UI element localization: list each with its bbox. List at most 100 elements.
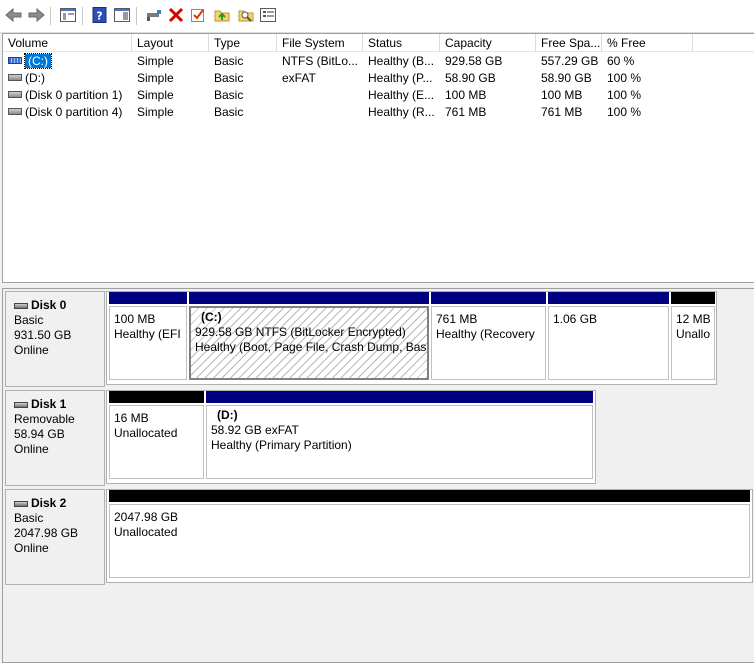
free-space-cell: 58.90 GB xyxy=(541,71,592,85)
partition-efi[interactable]: 100 MB Healthy (EFI xyxy=(109,292,187,382)
disk-name: Disk 1 xyxy=(31,397,67,411)
check-icon[interactable] xyxy=(188,5,208,25)
partition-c[interactable]: (C:) 929.58 GB NTFS (BitLocker Encrypted)… xyxy=(189,292,429,382)
column-header-row: Volume Layout Type File System Status Ca… xyxy=(3,34,754,52)
disk-label-0[interactable]: Disk 0 Basic 931.50 GB Online xyxy=(5,291,105,387)
column-header-percent-free[interactable]: % Free xyxy=(602,34,693,52)
disk-name: Disk 0 xyxy=(31,298,67,312)
disk-state: Online xyxy=(14,343,49,357)
up-folder-icon[interactable] xyxy=(212,5,232,25)
table-row[interactable]: (C:) Simple Basic NTFS (BitLo... Healthy… xyxy=(3,53,754,70)
percent-free-cell: 100 % xyxy=(607,88,642,102)
volume-icon xyxy=(8,108,22,116)
capacity-cell: 58.90 GB xyxy=(445,71,496,85)
partition-status: Healthy (Recovery xyxy=(436,327,535,341)
disk-row-2: Disk 2 Basic 2047.98 GB Online 2047.98 G… xyxy=(3,489,753,585)
disk-icon xyxy=(14,302,28,309)
table-row[interactable]: (D:) Simple Basic exFAT Healthy (P... 58… xyxy=(3,70,754,87)
partition-status: Unallocated xyxy=(114,426,178,440)
percent-free-cell: 100 % xyxy=(607,105,642,119)
disk-kind: Basic xyxy=(14,511,44,525)
properties-icon[interactable] xyxy=(258,5,278,25)
free-space-cell: 100 MB xyxy=(541,88,583,102)
table-row[interactable]: (Disk 0 partition 1) Simple Basic Health… xyxy=(3,87,754,104)
column-header-volume[interactable]: Volume xyxy=(3,34,132,52)
partition-unallocated[interactable]: 12 MB Unallo xyxy=(671,292,715,382)
partition-recovery[interactable]: 761 MB Healthy (Recovery xyxy=(431,292,546,382)
volume-name: (Disk 0 partition 4) xyxy=(25,105,123,119)
partition-size: 2047.98 GB xyxy=(114,510,179,524)
help-icon[interactable]: ? xyxy=(90,5,110,25)
percent-free-cell: 100 % xyxy=(607,71,642,85)
partition-status: Unallo xyxy=(676,327,711,341)
column-header-type[interactable]: Type xyxy=(209,34,277,52)
volume-name: (D:) xyxy=(25,71,45,85)
disk-size: 931.50 GB xyxy=(14,328,72,342)
partition-size: 16 MB xyxy=(114,411,149,425)
disk-label-2[interactable]: Disk 2 Basic 2047.98 GB Online xyxy=(5,489,105,585)
console-tree-icon[interactable] xyxy=(58,5,78,25)
layout-cell: Simple xyxy=(137,71,174,85)
layout-cell: Simple xyxy=(137,105,174,119)
volume-icon xyxy=(8,57,22,65)
partition-size: 761 MB xyxy=(436,312,478,326)
table-row[interactable]: (Disk 0 partition 4) Simple Basic Health… xyxy=(3,104,754,121)
svg-text:?: ? xyxy=(96,10,102,23)
capacity-cell: 929.58 GB xyxy=(445,54,503,68)
partition-status: Healthy (EFI xyxy=(114,327,181,341)
free-space-cell: 557.29 GB xyxy=(541,54,599,68)
column-header-status[interactable]: Status xyxy=(363,34,440,52)
volume-name: (Disk 0 partition 1) xyxy=(25,88,123,102)
toolbar: ? xyxy=(0,0,754,33)
column-header-free-space[interactable]: Free Spa... xyxy=(536,34,602,52)
partition-unallocated[interactable]: 2047.98 GB Unallocated xyxy=(109,490,750,580)
volume-icon xyxy=(8,74,22,82)
status-cell: Healthy (B... xyxy=(368,54,435,68)
file-system-cell xyxy=(277,104,363,121)
capacity-cell: 761 MB xyxy=(445,105,487,119)
volume-icon xyxy=(8,91,22,99)
status-cell: Healthy (E... xyxy=(368,88,435,102)
back-icon[interactable] xyxy=(4,5,24,25)
action-pane-icon[interactable] xyxy=(112,5,132,25)
type-cell: Basic xyxy=(214,71,244,85)
partition-d[interactable]: (D:) 58.92 GB exFAT Healthy (Primary Parti… xyxy=(206,391,593,481)
capacity-cell: 100 MB xyxy=(445,88,487,102)
disk-state: Online xyxy=(14,442,49,456)
partition-area: 100 MB Healthy (EFI (C:) 929.58 GB NTFS (B… xyxy=(106,291,717,385)
connect-icon[interactable] xyxy=(144,5,164,25)
layout-cell: Simple xyxy=(137,88,174,102)
partition-status: Unallocated xyxy=(114,525,178,539)
partition-name: (D:) xyxy=(217,408,238,422)
delete-icon[interactable] xyxy=(166,5,186,25)
partition-size: 100 MB xyxy=(114,312,156,326)
disk-name: Disk 2 xyxy=(31,496,67,510)
disk-icon xyxy=(14,401,28,408)
disk-size: 58.94 GB xyxy=(14,427,65,441)
file-system-cell: NTFS (BitLo... xyxy=(282,54,359,68)
type-cell: Basic xyxy=(214,105,244,119)
disk-map[interactable]: Disk 0 Basic 931.50 GB Online 100 MB Heal… xyxy=(2,288,754,663)
volume-name: (C:) xyxy=(24,53,52,69)
column-header-layout[interactable]: Layout xyxy=(132,34,209,52)
partition-status: Healthy (Primary Partition) xyxy=(211,438,352,452)
disk-icon xyxy=(14,500,28,507)
search-folder-icon[interactable] xyxy=(236,5,256,25)
column-header-file-system[interactable]: File System xyxy=(277,34,363,52)
partition-status: Healthy (Boot, Page File, Crash Dump, Ba… xyxy=(195,340,429,354)
file-system-cell xyxy=(277,87,363,104)
partition-unknown[interactable]: 1.06 GB xyxy=(548,292,669,382)
volume-list[interactable]: Volume Layout Type File System Status Ca… xyxy=(2,33,754,283)
partition-area: 16 MB Unallocated (D:) 58.92 GB exFAT Healt… xyxy=(106,390,596,484)
layout-cell: Simple xyxy=(137,54,174,68)
partition-size: 1.06 GB xyxy=(553,312,598,326)
column-header-capacity[interactable]: Capacity xyxy=(440,34,536,52)
status-cell: Healthy (P... xyxy=(368,71,433,85)
percent-free-cell: 60 % xyxy=(607,54,635,68)
type-cell: Basic xyxy=(214,54,244,68)
disk-label-1[interactable]: Disk 1 Removable 58.94 GB Online xyxy=(5,390,105,486)
partition-unallocated[interactable]: 16 MB Unallocated xyxy=(109,391,204,481)
forward-icon[interactable] xyxy=(26,5,46,25)
disk-row-0: Disk 0 Basic 931.50 GB Online 100 MB Heal… xyxy=(3,291,753,387)
partition-size: 58.92 GB exFAT xyxy=(211,423,299,437)
